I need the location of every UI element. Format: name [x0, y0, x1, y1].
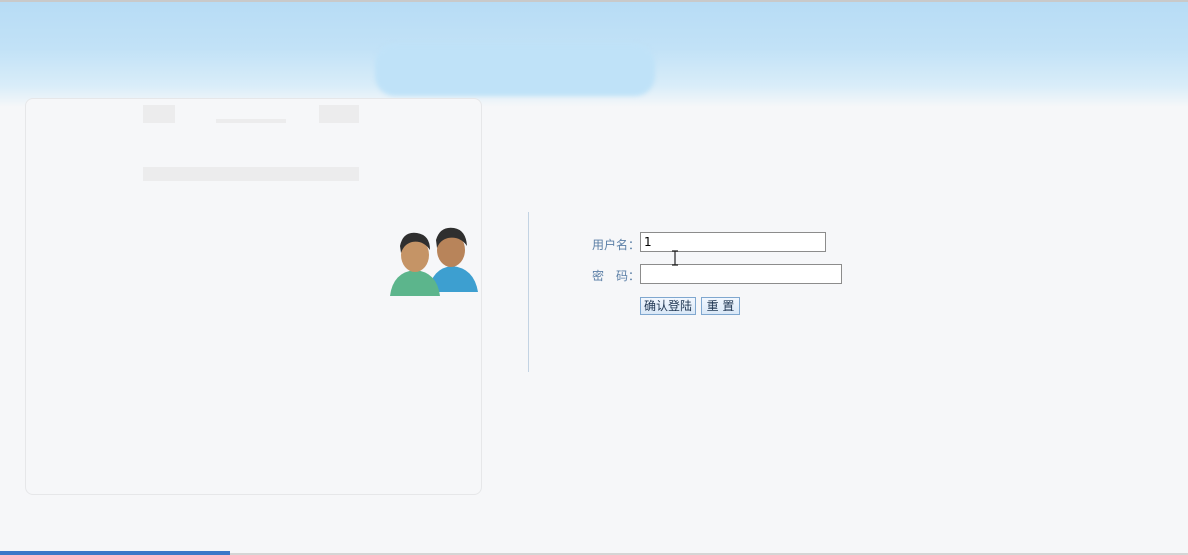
users-icon: [388, 222, 483, 308]
header-banner: [0, 2, 1188, 107]
reset-button[interactable]: 重 置: [701, 297, 740, 315]
username-input[interactable]: [640, 232, 826, 252]
panel-placeholder-bar: [216, 119, 286, 123]
panel-placeholder-bar: [143, 167, 359, 181]
password-label: 密 码：: [592, 269, 641, 283]
login-button[interactable]: 确认登陆: [640, 297, 696, 315]
bottom-accent-bar: [0, 551, 230, 555]
banner-decoration: [375, 44, 655, 96]
panel-placeholder-bar: [319, 105, 359, 123]
vertical-divider: [528, 212, 529, 372]
panel-placeholder-bar: [143, 105, 175, 123]
text-cursor-icon: [670, 250, 680, 270]
username-label: 用户名：: [592, 238, 641, 252]
